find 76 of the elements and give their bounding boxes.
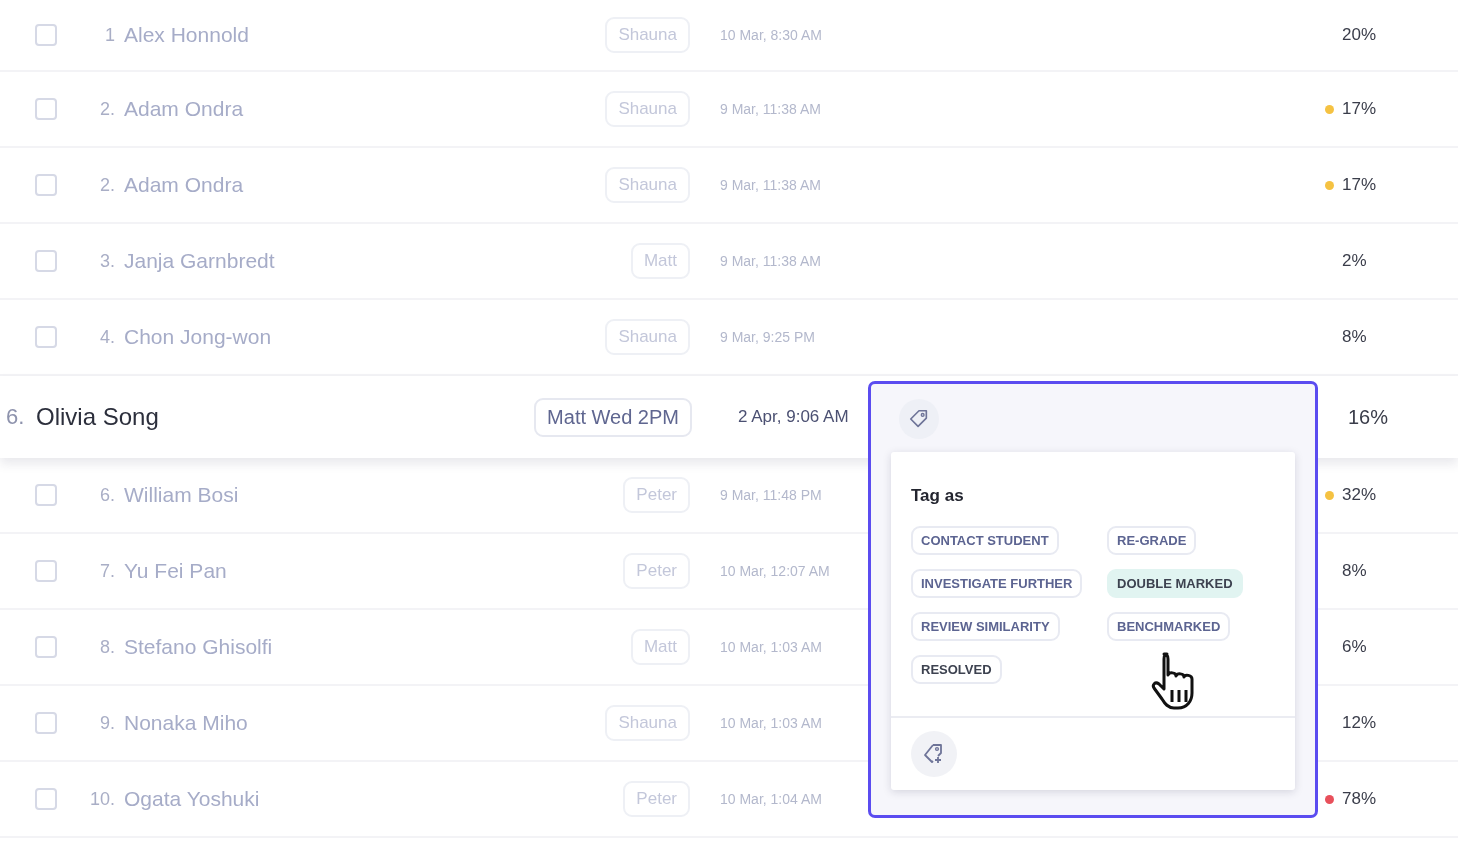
tutor-tag: Matt [630,243,690,279]
student-name: Alex Honnold [124,23,250,47]
tutor-tag: Peter [623,477,690,513]
checkbox[interactable] [35,24,57,46]
submission-date: 10 Mar, 1:03 AM [720,639,822,655]
tutor-tag: Shauna [605,17,690,53]
submission-date: 9 Mar, 11:38 AM [720,253,821,269]
score-percent: 2% [1342,251,1367,271]
row-number: 6. [100,484,115,506]
student-name: Adam Ondra [124,173,245,197]
checkbox[interactable] [35,326,57,348]
tutor-tag: Shauna [605,319,690,355]
tutor-tag: Peter [623,781,690,817]
row-number: 1 [105,24,115,46]
tag-option[interactable]: RESOLVED [911,655,1002,684]
score-percent: 20% [1342,25,1377,45]
tag-option[interactable]: REVIEW SIMILARITY [911,612,1060,641]
row-number: 8. [100,636,115,658]
score-percent: 8% [1342,561,1367,581]
tag-option[interactable]: CONTACT STUDENT [911,526,1059,555]
tutor-tag: Peter [623,553,690,589]
tutor-tag: Shauna [605,705,690,741]
score-percent: 12% [1342,713,1377,733]
tutor-tag: Shauna [605,167,690,203]
checkbox[interactable] [35,712,57,734]
score-percent: 78% [1342,789,1377,809]
student-name: Olivia Song [36,403,160,431]
tutor-tag: Matt Wed 2PM [534,397,692,437]
row-number: 9. [100,712,115,734]
score-percent: 17% [1342,175,1377,195]
submission-date: 9 Mar, 9:25 PM [720,329,815,345]
score-percent: 17% [1342,99,1377,119]
checkbox[interactable] [35,98,57,120]
row-number: 10. [89,788,115,810]
student-name: Nonaka Miho [124,711,249,735]
row-number: 7. [100,560,115,582]
tag-icon [908,408,930,430]
checkbox[interactable] [35,636,57,658]
checkbox[interactable] [35,174,57,196]
score-percent: 6% [1342,637,1367,657]
submission-date: 10 Mar, 1:04 AM [720,791,822,807]
row-number: 2. [100,98,115,120]
student-name: Chon Jong-won [124,325,273,349]
tag-button[interactable] [899,399,939,439]
score-percent: 16% [1348,405,1389,429]
tag-option[interactable]: BENCHMARKED [1107,612,1231,641]
score-percent: 8% [1342,327,1367,347]
row-number: 4. [100,326,115,348]
checkbox[interactable] [35,788,57,810]
row-number: 3. [100,250,115,272]
submission-date: 9 Mar, 11:48 PM [720,487,822,503]
student-name: Stefano Ghisolfi [124,635,274,659]
submission-date: 10 Mar, 12:07 AM [720,563,830,579]
submission-date: 10 Mar, 1:03 AM [720,715,822,731]
tag-option[interactable]: DOUBLE MARKED [1107,569,1243,598]
checkbox[interactable] [35,560,57,582]
row-number: 6. [6,404,25,430]
student-name: William Bosi [124,483,240,507]
tutor-tag: Shauna [605,91,690,127]
add-tag-button[interactable] [911,731,957,777]
score-percent: 32% [1342,485,1377,505]
submission-date: 2 Apr, 9:06 AM [738,407,849,427]
tag-option[interactable]: RE-GRADE [1107,526,1197,555]
row-number: 2. [100,174,115,196]
checkbox[interactable] [35,250,57,272]
submission-date: 9 Mar, 11:38 AM [720,177,821,193]
tutor-tag: Matt [630,629,690,665]
submission-date: 10 Mar, 8:30 AM [720,27,822,43]
student-name: Janja Garnbredt [124,249,276,273]
student-name: Ogata Yoshuki [124,787,261,811]
menu-title: Tag as [911,486,965,506]
submission-date: 9 Mar, 11:38 AM [720,101,821,117]
checkbox[interactable] [35,484,57,506]
tag-option[interactable]: INVESTIGATE FURTHER [911,569,1083,598]
student-name: Adam Ondra [124,97,245,121]
student-name: Yu Fei Pan [124,559,228,583]
